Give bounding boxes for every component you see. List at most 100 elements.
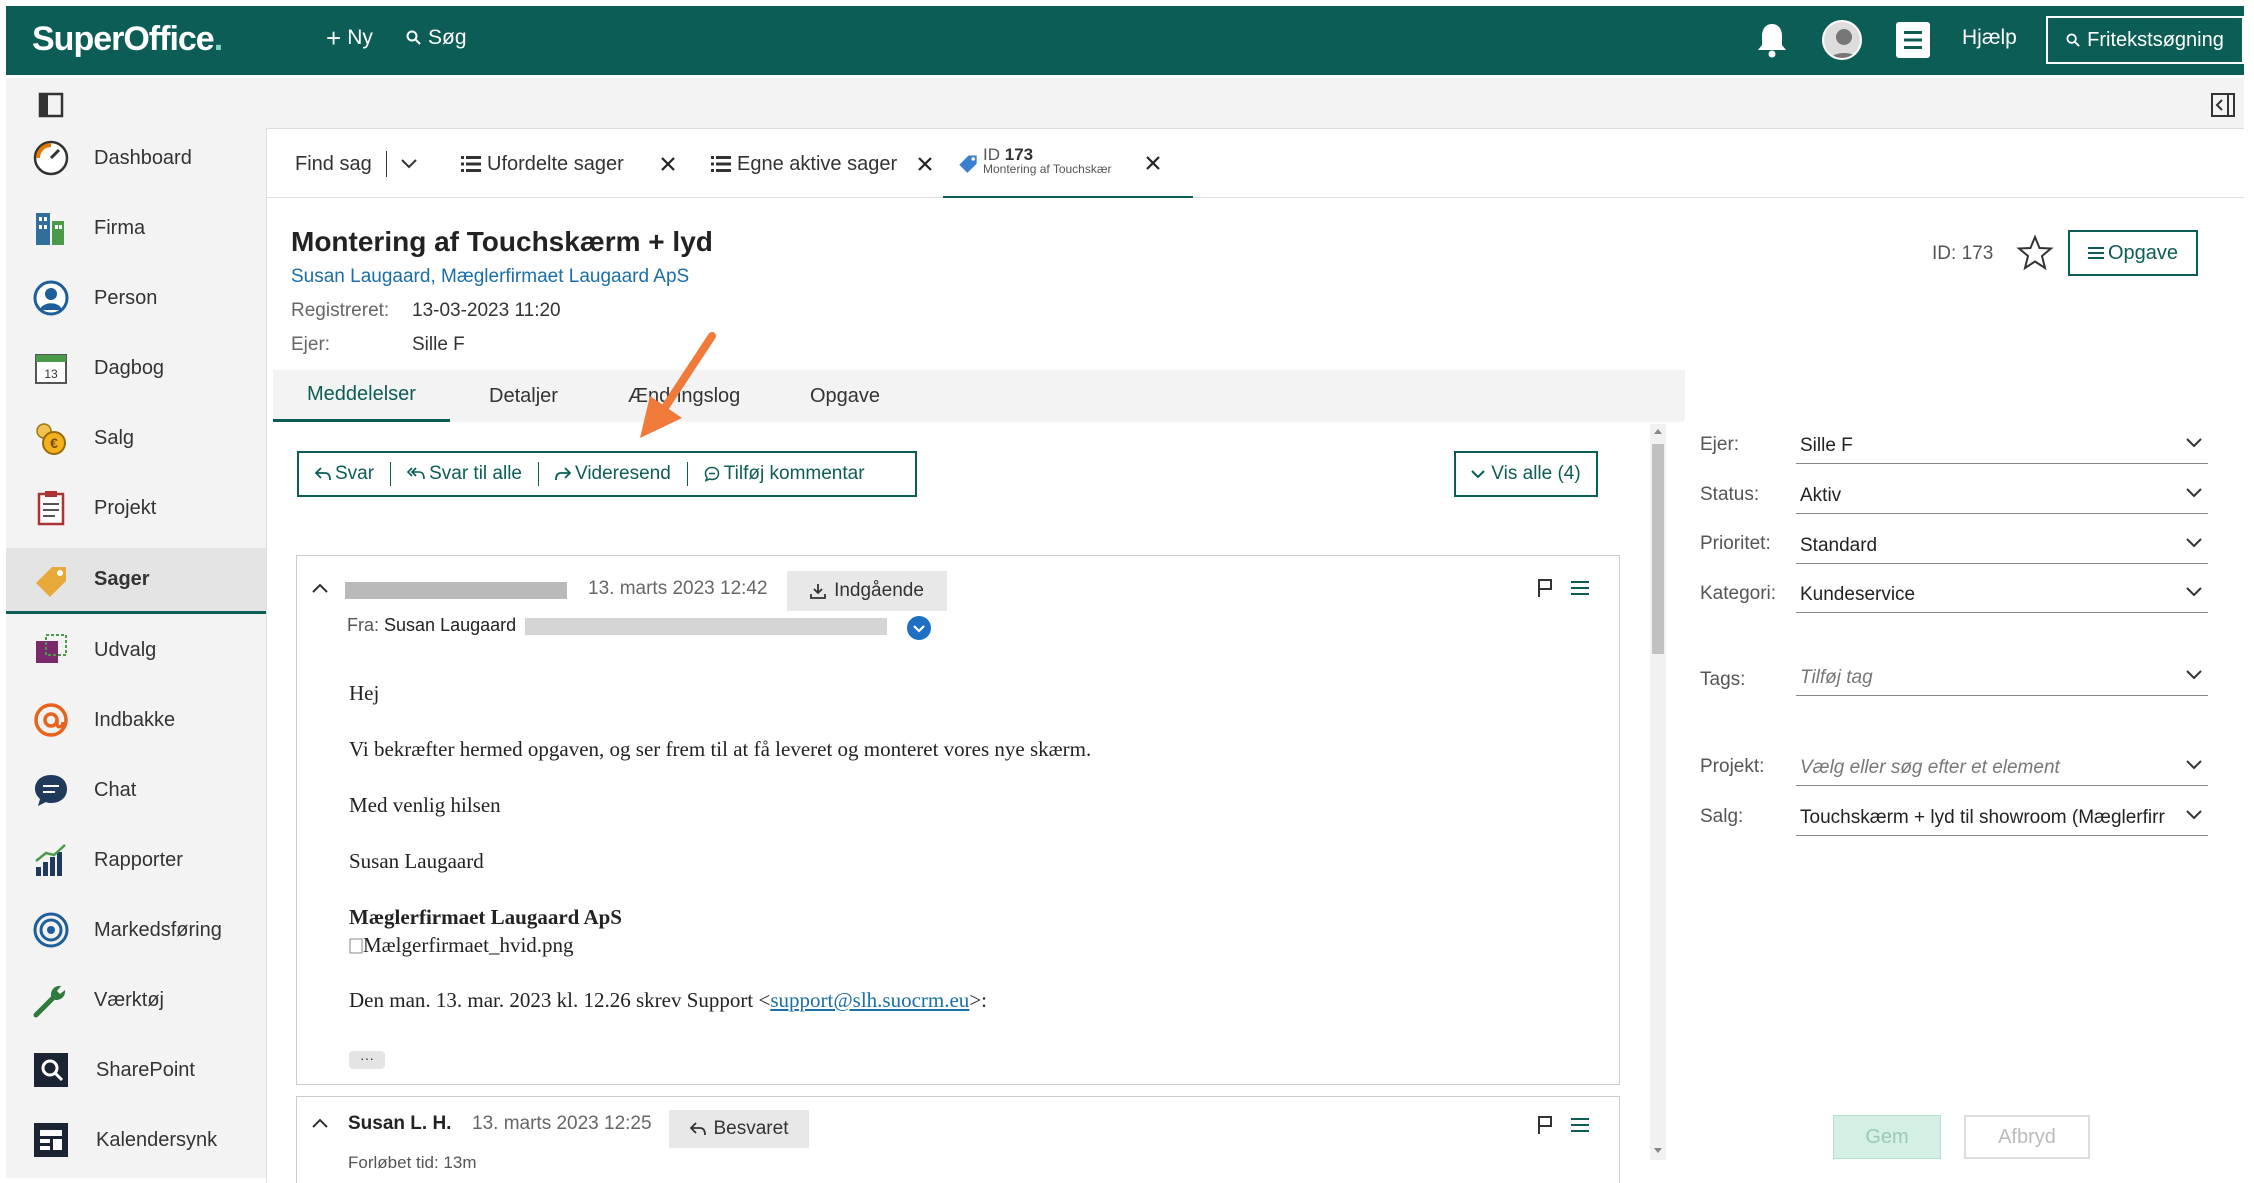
nav-item-person[interactable]: Person bbox=[6, 268, 266, 328]
message-closing: Med venlig hilsen bbox=[349, 793, 501, 817]
show-all-button[interactable]: Vis alle (4) bbox=[1454, 451, 1598, 497]
nav-item-udvalg[interactable]: Udvalg bbox=[6, 620, 266, 680]
details-panel: Ejer: Sille F Status: Aktiv Prioritet: S… bbox=[1684, 420, 2244, 1183]
collapse-right-panel-button[interactable] bbox=[2210, 92, 2236, 118]
plus-icon: + bbox=[326, 23, 342, 53]
nav-item-vaerktoj[interactable]: Værktøj bbox=[6, 970, 266, 1030]
close-icon[interactable] bbox=[1145, 155, 1161, 171]
forward-icon bbox=[555, 467, 571, 481]
forward-button[interactable]: Videresend bbox=[539, 462, 688, 486]
tab-egne-aktive-sager[interactable]: Egne aktive sager bbox=[711, 129, 933, 199]
dashboard-icon bbox=[33, 140, 69, 176]
search-icon bbox=[406, 30, 421, 45]
redacted-sender bbox=[345, 582, 567, 599]
reply-button[interactable]: Svar bbox=[299, 462, 392, 486]
comment-icon bbox=[704, 466, 720, 482]
scroll-down-icon[interactable] bbox=[1652, 1146, 1664, 1156]
request-contact-link[interactable]: Susan Laugaard, Mæglerfirmaet Laugaard A… bbox=[291, 266, 689, 288]
request-icon bbox=[959, 154, 977, 173]
flag-icon[interactable] bbox=[1537, 1115, 1553, 1135]
category-select[interactable]: Kundeservice bbox=[1796, 577, 2208, 613]
nav-item-rapporter[interactable]: Rapporter bbox=[6, 830, 266, 890]
nav-list: Dashboard Firma Person 13 Dagbog € Salg … bbox=[6, 0, 266, 1183]
reply-icon bbox=[315, 467, 331, 481]
tags-input[interactable]: Tilføj tag bbox=[1796, 660, 2208, 696]
tab-opgave[interactable]: Opgave bbox=[810, 370, 880, 422]
chevron-down-icon bbox=[2186, 438, 2202, 448]
direction-badge: Indgående bbox=[787, 571, 947, 611]
avatar-icon bbox=[1829, 29, 1859, 58]
show-quoted-button[interactable]: ··· bbox=[349, 1051, 385, 1069]
menu-lines-icon bbox=[2087, 247, 2104, 259]
reply-all-button[interactable]: Svar til alle bbox=[391, 462, 539, 486]
tab-detaljer[interactable]: Detaljer bbox=[489, 370, 558, 422]
redacted-email bbox=[525, 618, 887, 635]
search-button[interactable]: Søg bbox=[406, 26, 467, 50]
nav-item-firma[interactable]: Firma bbox=[6, 198, 266, 258]
owner-label: Ejer: bbox=[291, 334, 331, 355]
tab-ufordelte-sager[interactable]: Ufordelte sager bbox=[461, 129, 676, 199]
scrollbar-thumb[interactable] bbox=[1652, 444, 1664, 654]
owner-select[interactable]: Sille F bbox=[1796, 428, 2208, 464]
request-title: Montering af Touchskærm + lyd bbox=[291, 226, 713, 257]
nav-item-indbakke[interactable]: Indbakke bbox=[6, 690, 266, 750]
tab-request-173[interactable]: ID 173 Montering af Touchskær bbox=[943, 129, 1193, 199]
message-menu-icon[interactable] bbox=[1571, 580, 1589, 596]
tab-meddelelser[interactable]: Meddelelser bbox=[273, 370, 450, 422]
user-avatar[interactable] bbox=[1822, 20, 1862, 60]
support-email-link[interactable]: support@slh.suocrm.eu bbox=[770, 988, 969, 1012]
hamburger-icon bbox=[1904, 31, 1922, 49]
owner-value: Sille F bbox=[412, 334, 465, 355]
chevron-down-icon bbox=[2186, 587, 2202, 597]
opgave-button[interactable]: Opgave bbox=[2068, 230, 2198, 276]
freetext-search-button[interactable]: Fritekstsøgning bbox=[2046, 16, 2244, 64]
nav-item-kalendersynk[interactable]: Kalendersynk bbox=[6, 1110, 266, 1170]
scroll-up-icon[interactable] bbox=[1652, 426, 1664, 436]
nav-item-sharepoint[interactable]: SharePoint bbox=[6, 1040, 266, 1100]
svg-text:€: € bbox=[50, 435, 58, 451]
status-select[interactable]: Aktiv bbox=[1796, 478, 2208, 514]
flag-icon[interactable] bbox=[1537, 578, 1553, 598]
new-button[interactable]: + Ny bbox=[326, 23, 373, 53]
chevron-down-icon bbox=[2186, 538, 2202, 548]
sale-icon: € bbox=[36, 423, 66, 455]
nav-item-dashboard[interactable]: Dashboard bbox=[6, 128, 266, 188]
reports-icon bbox=[35, 844, 66, 876]
nav-item-dagbog[interactable]: 13 Dagbog bbox=[6, 338, 266, 398]
priority-select[interactable]: Standard bbox=[1796, 528, 2208, 564]
close-icon[interactable] bbox=[917, 156, 933, 172]
cancel-button[interactable]: Afbryd bbox=[1964, 1115, 2090, 1159]
nav-item-projekt[interactable]: Projekt bbox=[6, 478, 266, 538]
chevron-up-icon[interactable] bbox=[311, 582, 329, 594]
tags-label: Tags: bbox=[1700, 669, 1746, 690]
message-action-bar: Svar Svar til alle Videresend Tilføj kom… bbox=[297, 451, 917, 497]
nav-item-markedsforing[interactable]: Markedsføring bbox=[6, 900, 266, 960]
project-select[interactable]: Vælg eller søg efter et element bbox=[1796, 750, 2208, 786]
find-request-tab[interactable]: Find sag bbox=[295, 129, 417, 199]
message-date: 13. marts 2023 12:42 bbox=[588, 578, 768, 599]
calendar-sync-icon bbox=[34, 1123, 68, 1157]
add-comment-button[interactable]: Tilføj kommentar bbox=[688, 462, 881, 486]
quote-header: Den man. 13. mar. 2023 kl. 12.26 skrev S… bbox=[349, 988, 987, 1012]
svg-text:13: 13 bbox=[44, 367, 58, 381]
chevron-down-icon bbox=[2186, 760, 2202, 770]
chevron-down-icon bbox=[913, 625, 925, 633]
sale-select[interactable]: Touchskærm + lyd til showroom (Mæglerfir… bbox=[1796, 800, 2208, 836]
top-bar: SuperOffice. + Ny Søg Hjælp Fritekstsøgn… bbox=[6, 6, 2244, 75]
close-icon[interactable] bbox=[660, 156, 676, 172]
nav-item-chat[interactable]: Chat bbox=[6, 760, 266, 820]
notifications-button[interactable] bbox=[1756, 22, 1788, 58]
help-link[interactable]: Hjælp bbox=[1962, 26, 2017, 50]
expand-recipients-button[interactable] bbox=[907, 616, 931, 640]
nav-item-salg[interactable]: € Salg bbox=[6, 408, 266, 468]
menu-button[interactable] bbox=[1896, 22, 1930, 58]
inbox-icon bbox=[34, 703, 68, 737]
favorite-button[interactable] bbox=[2016, 234, 2054, 272]
chevron-up-icon[interactable] bbox=[311, 1117, 329, 1129]
message-menu-icon[interactable] bbox=[1571, 1117, 1589, 1133]
chevron-down-icon[interactable] bbox=[401, 159, 417, 169]
reply-all-icon bbox=[407, 467, 425, 480]
nav-item-sager[interactable]: Sager bbox=[6, 548, 266, 614]
from-line: Fra: Susan Laugaard bbox=[347, 615, 517, 635]
save-button[interactable]: Gem bbox=[1833, 1115, 1941, 1159]
